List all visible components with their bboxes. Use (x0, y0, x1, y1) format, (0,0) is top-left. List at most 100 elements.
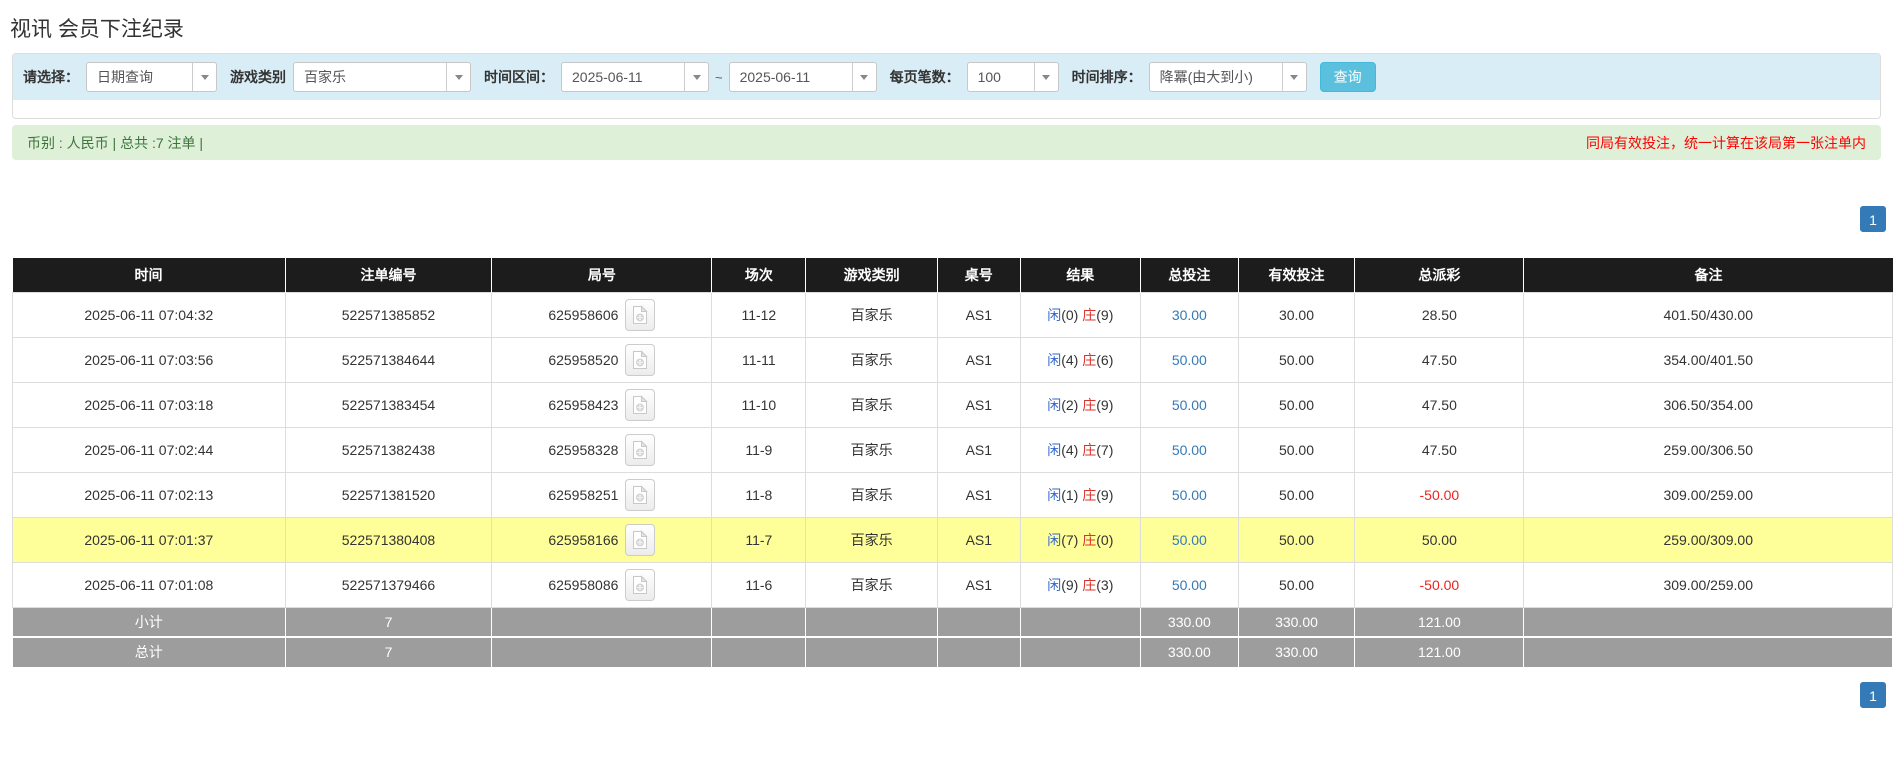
cell-game-type: 百家乐 (806, 562, 938, 607)
game-type-select[interactable]: 百家乐 (293, 62, 471, 92)
film-file-icon (631, 530, 649, 550)
page-size-label: 每页笔数： (890, 67, 960, 87)
cell-payout: 47.50 (1355, 382, 1524, 427)
video-replay-button[interactable] (625, 299, 655, 331)
player-result: 闲 (1047, 577, 1061, 593)
cell-bet-number: 522571379466 (285, 562, 492, 607)
cell-remark: 309.00/259.00 (1524, 472, 1893, 517)
video-replay-button[interactable] (625, 389, 655, 421)
column-header: 备注 (1524, 258, 1893, 292)
column-header: 总投注 (1140, 258, 1238, 292)
total-bet-link[interactable]: 50.00 (1172, 577, 1207, 593)
empty-cell (1020, 637, 1140, 667)
video-replay-button[interactable] (625, 524, 655, 556)
video-replay-button[interactable] (625, 569, 655, 601)
chevron-down-icon[interactable] (1034, 63, 1058, 91)
payout-value: -50.00 (1420, 577, 1460, 593)
total-bet-link[interactable]: 50.00 (1172, 442, 1207, 458)
cell-session: 11-7 (712, 517, 806, 562)
cell-payout: -50.00 (1355, 472, 1524, 517)
player-result: 闲 (1047, 442, 1061, 458)
cell-round-number: 625958423 (492, 382, 712, 427)
cell-total-bet: 50.00 (1140, 427, 1238, 472)
cell-total-bet: 50.00 (1140, 562, 1238, 607)
chevron-down-icon[interactable] (684, 63, 708, 91)
cell-result: 闲(0) 庄(9) (1020, 292, 1140, 337)
total-bet-link[interactable]: 50.00 (1172, 532, 1207, 548)
page-1-button[interactable]: 1 (1860, 206, 1886, 232)
cell-session: 11-8 (712, 472, 806, 517)
table-body: 2025-06-11 07:04:32522571385852625958606… (13, 292, 1893, 607)
video-replay-button[interactable] (625, 434, 655, 466)
cell-bet-number: 522571384644 (285, 337, 492, 382)
cell-table-number: AS1 (937, 337, 1020, 382)
subtotal-valid-bet: 330.00 (1238, 607, 1355, 637)
chevron-down-icon[interactable] (192, 63, 216, 91)
page-title: 视讯 会员下注纪录 (10, 13, 1893, 43)
cell-valid-bet: 50.00 (1238, 427, 1355, 472)
round-number: 625958166 (548, 532, 618, 548)
payout-value: 50.00 (1422, 532, 1457, 548)
total-valid-bet: 330.00 (1238, 637, 1355, 667)
player-result: 闲 (1047, 307, 1061, 323)
currency-summary-text: 币别 : 人民币 | 总共 :7 注单 | (27, 133, 203, 153)
cell-time: 2025-06-11 07:01:37 (13, 517, 286, 562)
cell-result: 闲(1) 庄(9) (1020, 472, 1140, 517)
chevron-down-icon[interactable] (446, 63, 470, 91)
pagination-top: 1 (0, 206, 1893, 232)
cell-valid-bet: 50.00 (1238, 472, 1355, 517)
table-row: 2025-06-11 07:02:44522571382438625958328… (13, 427, 1893, 472)
round-number: 625958520 (548, 352, 618, 368)
date-from-select[interactable]: 2025-06-11 (561, 62, 709, 92)
video-replay-button[interactable] (625, 344, 655, 376)
cell-total-bet: 50.00 (1140, 472, 1238, 517)
film-file-icon (631, 575, 649, 595)
total-bet-link[interactable]: 30.00 (1172, 307, 1207, 323)
cell-remark: 306.50/354.00 (1524, 382, 1893, 427)
cell-session: 11-9 (712, 427, 806, 472)
table-row: 2025-06-11 07:02:13522571381520625958251… (13, 472, 1893, 517)
table-row: 2025-06-11 07:03:18522571383454625958423… (13, 382, 1893, 427)
film-file-icon (631, 305, 649, 325)
cell-remark: 259.00/306.50 (1524, 427, 1893, 472)
chevron-down-icon[interactable] (852, 63, 876, 91)
total-label: 总计 (13, 637, 286, 667)
video-replay-button[interactable] (625, 479, 655, 511)
player-result: 闲 (1047, 487, 1061, 503)
total-bet-link[interactable]: 50.00 (1172, 487, 1207, 503)
game-type-label: 游戏类别 (230, 67, 286, 87)
empty-cell (1524, 637, 1893, 667)
banker-result: 庄 (1082, 487, 1096, 503)
cell-result: 闲(4) 庄(7) (1020, 427, 1140, 472)
page-size-select[interactable]: 100 (967, 62, 1059, 92)
empty-cell (1524, 607, 1893, 637)
query-type-label: 请选择： (23, 67, 79, 87)
date-from-value: 2025-06-11 (562, 63, 684, 91)
date-to-value: 2025-06-11 (730, 63, 852, 91)
time-sort-select[interactable]: 降冪(由大到小) (1149, 62, 1307, 92)
column-header: 游戏类别 (806, 258, 938, 292)
total-bet-link[interactable]: 50.00 (1172, 397, 1207, 413)
player-result: 闲 (1047, 532, 1061, 548)
banker-result: 庄 (1082, 397, 1096, 413)
round-number: 625958606 (548, 307, 618, 323)
cell-result: 闲(7) 庄(0) (1020, 517, 1140, 562)
banker-result: 庄 (1082, 442, 1096, 458)
total-bet-link[interactable]: 50.00 (1172, 352, 1207, 368)
cell-table-number: AS1 (937, 562, 1020, 607)
date-to-select[interactable]: 2025-06-11 (729, 62, 877, 92)
payout-value: 28.50 (1422, 307, 1457, 323)
round-number: 625958423 (548, 397, 618, 413)
query-button[interactable]: 查询 (1320, 62, 1376, 92)
cell-result: 闲(9) 庄(3) (1020, 562, 1140, 607)
page-1-button[interactable]: 1 (1860, 682, 1886, 708)
query-type-select[interactable]: 日期查询 (86, 62, 217, 92)
chevron-down-icon[interactable] (1282, 63, 1306, 91)
valid-bet-note-text: 同局有效投注，统一计算在该局第一张注单内 (1586, 133, 1866, 153)
cell-round-number: 625958606 (492, 292, 712, 337)
empty-cell (937, 607, 1020, 637)
cell-bet-number: 522571381520 (285, 472, 492, 517)
bet-records-table: 时间注单编号局号场次游戏类别桌号结果总投注有效投注总派彩备注 2025-06-1… (12, 258, 1893, 668)
total-count: 7 (285, 637, 492, 667)
page-size-value: 100 (968, 63, 1034, 91)
